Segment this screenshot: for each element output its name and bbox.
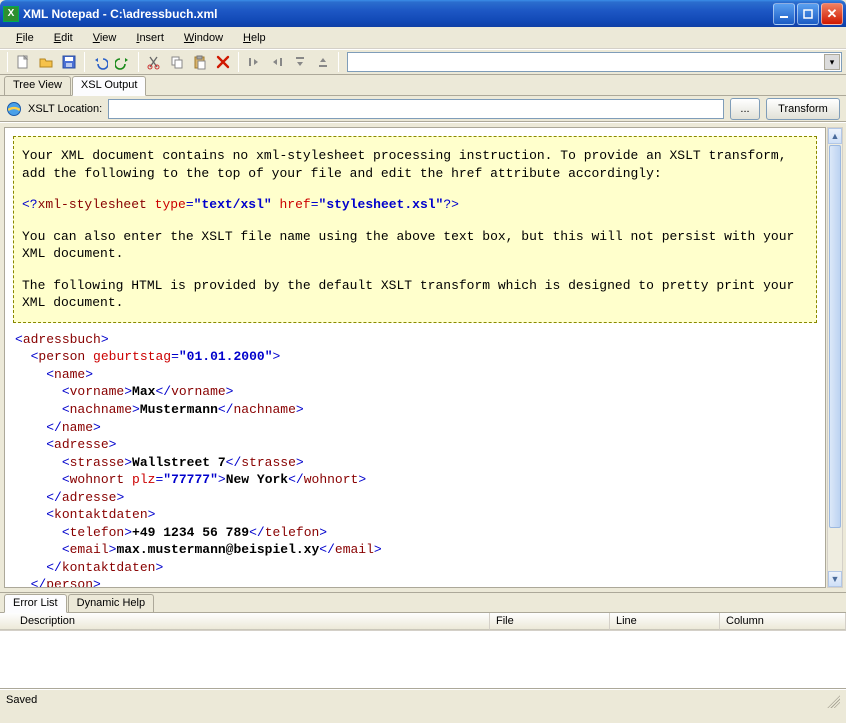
title-bar: X XML Notepad - C:\adressbuch.xml ✕ (0, 0, 846, 27)
tab-error-list[interactable]: Error List (4, 594, 67, 613)
scroll-down-icon[interactable]: ▼ (828, 571, 842, 587)
delete-icon[interactable] (212, 51, 234, 73)
window-title: XML Notepad - C:\adressbuch.xml (23, 7, 217, 21)
column-file[interactable]: File (490, 613, 610, 630)
column-column[interactable]: Column (720, 613, 846, 630)
bottom-tabstrip: Error List Dynamic Help (0, 593, 846, 613)
menu-bar: File Edit View Insert Window Help (0, 27, 846, 49)
tab-dynamic-help[interactable]: Dynamic Help (68, 594, 154, 612)
toolbar: ▾ (0, 49, 846, 75)
new-file-icon[interactable] (12, 51, 34, 73)
xml-pretty-print: <adressbuch> <person geburtstag="01.01.2… (13, 331, 817, 588)
paste-icon[interactable] (189, 51, 211, 73)
scroll-up-icon[interactable]: ▲ (828, 128, 842, 144)
tab-xsl-output[interactable]: XSL Output (72, 76, 146, 96)
undo-icon[interactable] (89, 51, 111, 73)
error-list-body (0, 631, 846, 689)
internet-explorer-icon (6, 101, 22, 117)
bottom-panel: Error List Dynamic Help Description File… (0, 592, 846, 689)
output-body: Your XML document contains no xml-styles… (4, 127, 826, 588)
status-bar: Saved (0, 689, 846, 709)
app-icon: X (3, 6, 19, 22)
nudge-left-icon[interactable] (243, 51, 265, 73)
menu-view[interactable]: View (85, 30, 125, 46)
copy-icon[interactable] (166, 51, 188, 73)
open-icon[interactable] (35, 51, 57, 73)
menu-file[interactable]: File (8, 30, 42, 46)
menu-edit[interactable]: Edit (46, 30, 81, 46)
xslt-location-input[interactable] (108, 99, 724, 119)
menu-window[interactable]: Window (176, 30, 231, 46)
main-tabstrip: Tree View XSL Output (0, 75, 846, 96)
close-button[interactable]: ✕ (821, 3, 843, 25)
dropdown-icon[interactable]: ▾ (824, 54, 840, 70)
xslt-transform-button[interactable]: Transform (766, 98, 840, 120)
notice-paragraph: Your XML document contains no xml-styles… (22, 147, 808, 182)
nudge-up-icon[interactable] (289, 51, 311, 73)
menu-help[interactable]: Help (235, 30, 274, 46)
maximize-button[interactable] (797, 3, 819, 25)
scroll-thumb[interactable] (829, 145, 841, 528)
column-description[interactable]: Description (0, 613, 490, 630)
cut-icon[interactable] (143, 51, 165, 73)
notice-paragraph: The following HTML is provided by the de… (22, 277, 808, 312)
menu-insert[interactable]: Insert (128, 30, 172, 46)
xslt-location-bar: XSLT Location: ... Transform (0, 96, 846, 122)
status-text: Saved (6, 694, 37, 706)
vertical-scrollbar[interactable]: ▲ ▼ (827, 127, 843, 588)
resize-grip-icon[interactable] (824, 692, 840, 708)
nudge-right-icon[interactable] (266, 51, 288, 73)
error-list-header: Description File Line Column (0, 613, 846, 631)
minimize-button[interactable] (773, 3, 795, 25)
xslt-location-label: XSLT Location: (28, 103, 102, 115)
tab-tree-view[interactable]: Tree View (4, 76, 71, 95)
save-icon[interactable] (58, 51, 80, 73)
nudge-down-icon[interactable] (312, 51, 334, 73)
redo-icon[interactable] (112, 51, 134, 73)
output-panel: Your XML document contains no xml-styles… (0, 122, 846, 592)
toolbar-search-combo[interactable]: ▾ (347, 52, 842, 72)
notice-code-line: <?xml-stylesheet type="text/xsl" href="s… (22, 196, 808, 214)
xslt-notice-box: Your XML document contains no xml-styles… (13, 136, 817, 323)
notice-paragraph: You can also enter the XSLT file name us… (22, 228, 808, 263)
xslt-browse-button[interactable]: ... (730, 98, 760, 120)
column-line[interactable]: Line (610, 613, 720, 630)
